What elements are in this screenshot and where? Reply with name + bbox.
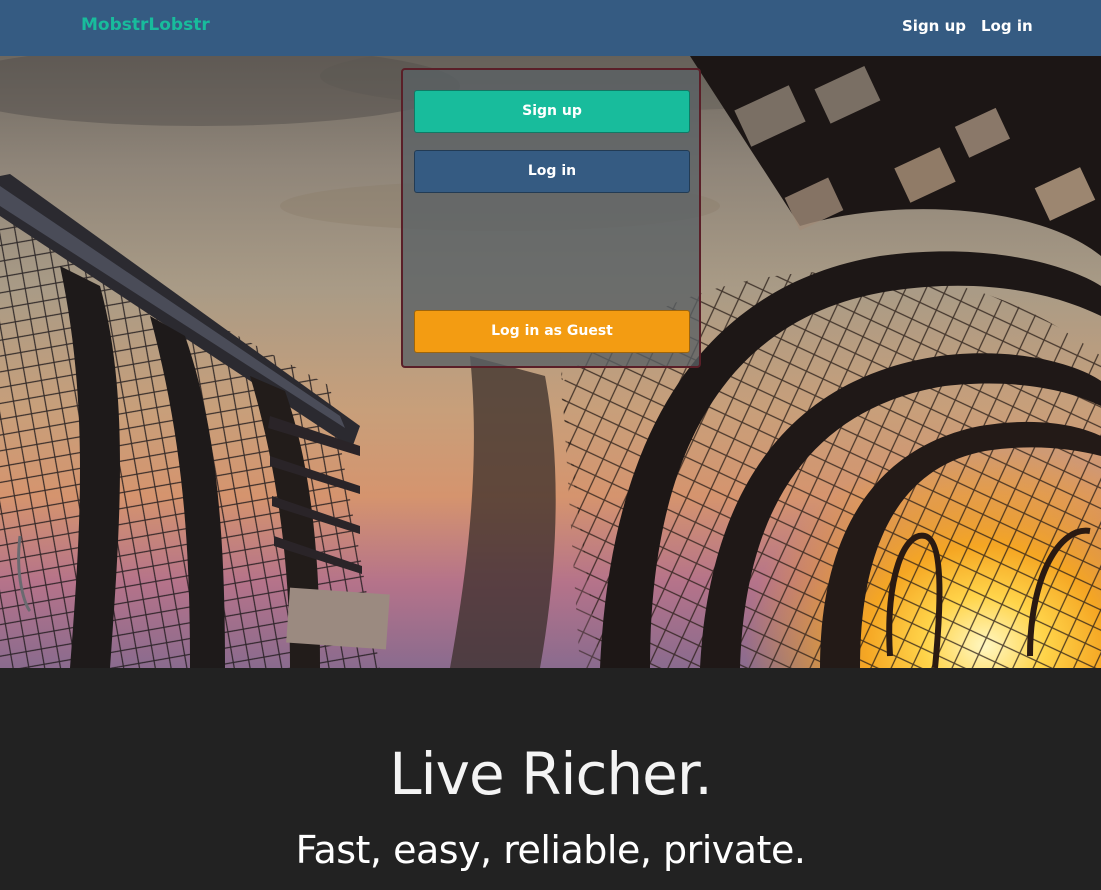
nav-signup-link[interactable]: Sign up: [902, 17, 966, 35]
tagline: Fast, easy, reliable, private.: [295, 828, 806, 872]
top-navbar: MobstrLobstr Sign up Log in: [0, 0, 1101, 56]
footer-section: Live Richer. Fast, easy, reliable, priva…: [0, 668, 1101, 890]
auth-panel: Sign up Log in Log in as Guest: [401, 68, 701, 368]
guest-login-button[interactable]: Log in as Guest: [414, 310, 690, 353]
login-button[interactable]: Log in: [414, 150, 690, 193]
brand-logo[interactable]: MobstrLobstr: [81, 15, 210, 35]
headline: Live Richer.: [389, 740, 713, 808]
signup-button[interactable]: Sign up: [414, 90, 690, 133]
nav-login-link[interactable]: Log in: [981, 17, 1033, 35]
